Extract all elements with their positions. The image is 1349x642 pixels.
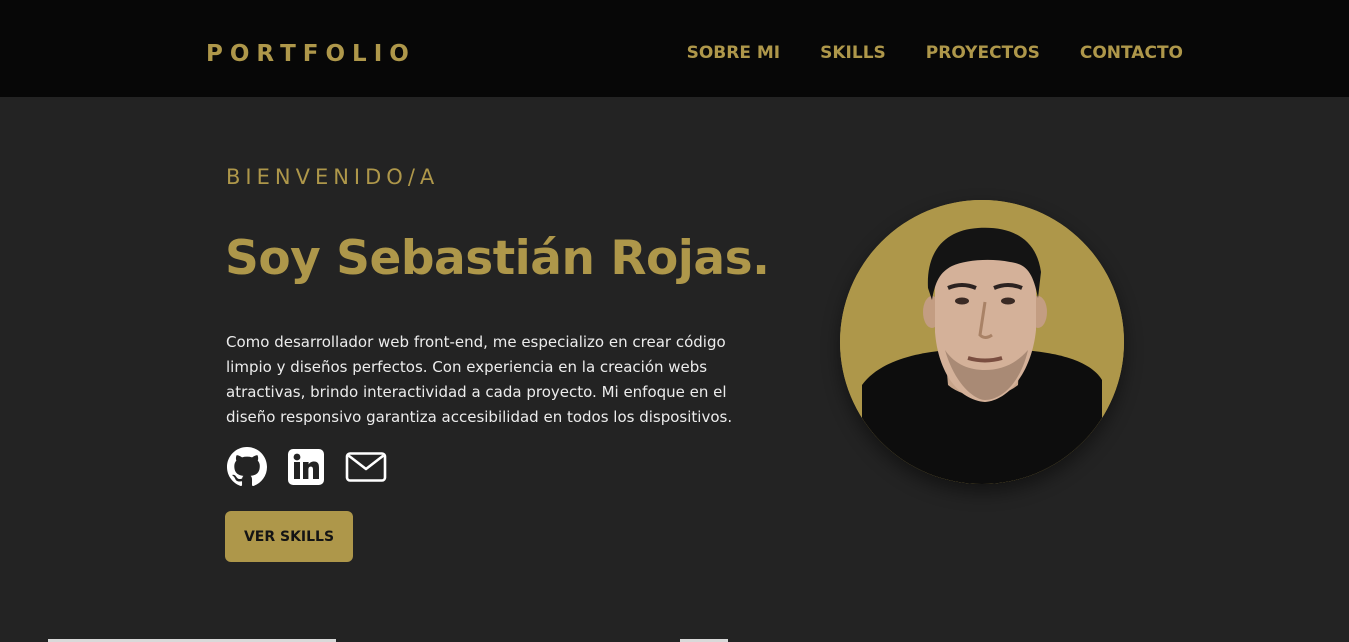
profile-photo xyxy=(840,200,1124,484)
mail-icon xyxy=(345,452,387,482)
nav-link-contacto[interactable]: CONTACTO xyxy=(1080,40,1183,66)
linkedin-link[interactable] xyxy=(287,448,325,490)
nav-link-proyectos[interactable]: PROYECTOS xyxy=(926,40,1040,66)
social-links xyxy=(227,447,407,491)
ver-skills-button[interactable]: VER SKILLS xyxy=(225,511,353,562)
greeting: BIENVENIDO/A xyxy=(226,165,440,189)
mail-link[interactable] xyxy=(345,451,387,487)
nav-link-skills[interactable]: SKILLS xyxy=(820,40,886,66)
brand-logo[interactable]: PORTFOLIO xyxy=(206,38,416,70)
nav-menu: SOBRE MI SKILLS PROYECTOS CONTACTO xyxy=(647,40,1183,66)
github-icon xyxy=(227,447,267,487)
github-link[interactable] xyxy=(227,447,267,491)
hero-section: BIENVENIDO/A Soy Sebastián Rojas. Como d… xyxy=(0,97,1349,642)
hero-description: Como desarrollador web front-end, me esp… xyxy=(226,333,733,426)
nav-link-sobre-mi[interactable]: SOBRE MI xyxy=(687,40,781,66)
linkedin-icon xyxy=(288,449,324,485)
avatar xyxy=(840,200,1124,484)
navbar: PORTFOLIO SOBRE MI SKILLS PROYECTOS CONT… xyxy=(0,0,1349,97)
page-title: Soy Sebastián Rojas. xyxy=(225,231,770,286)
